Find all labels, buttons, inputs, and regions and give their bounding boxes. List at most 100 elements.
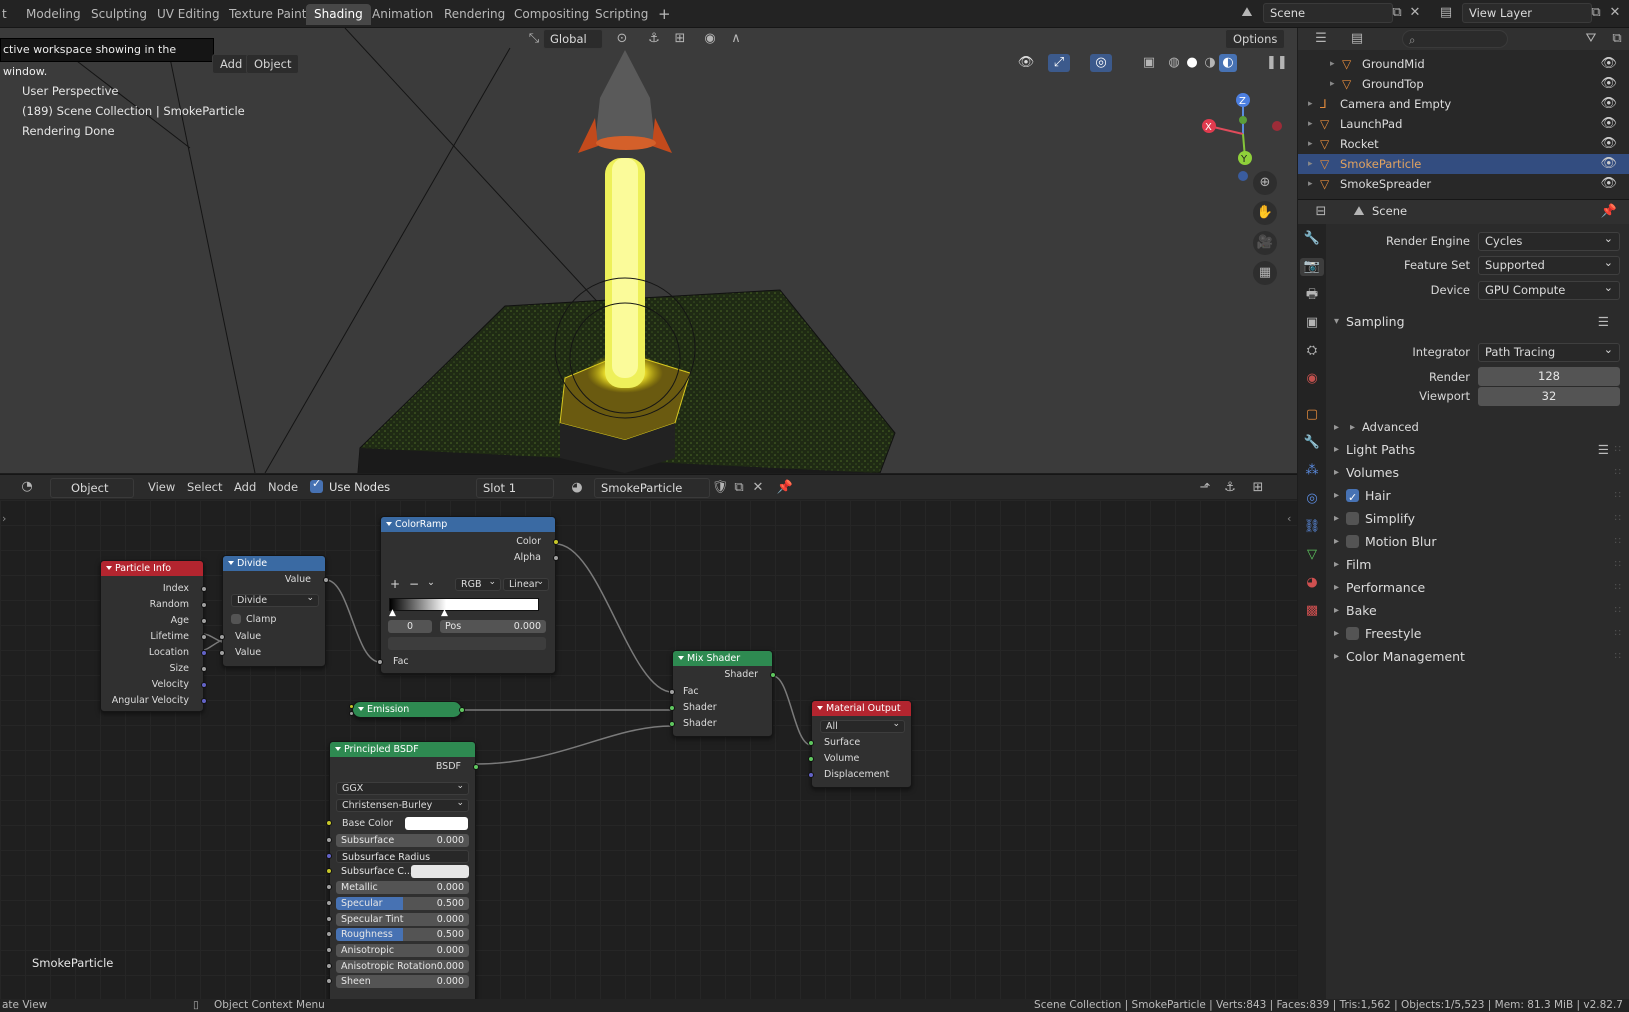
scene-icon[interactable]: ⛰: [1233, 4, 1261, 22]
material-shading-icon[interactable]: ◑: [1201, 54, 1219, 72]
panel-enable-checkbox[interactable]: [1346, 627, 1359, 640]
node-particle-info[interactable]: Particle Info Index Random Age Lifetime …: [100, 560, 207, 712]
pin-icon[interactable]: 📌: [775, 479, 795, 497]
world-tab-icon[interactable]: ◉: [1302, 370, 1322, 388]
bsdf-input-field[interactable]: Anisotropic Rotation 0.000: [336, 959, 469, 973]
tab-uv-editing[interactable]: UV Editing: [149, 4, 228, 25]
pause-render-icon[interactable]: ❚❚: [1266, 54, 1288, 72]
outliner-item[interactable]: ▸ ▽ GroundMid 👁: [1298, 54, 1629, 74]
bsdf-input-field[interactable]: Subsurface C...: [336, 865, 469, 879]
node-colorramp[interactable]: ColorRamp Color Alpha + − ⌄ RGB Linear ▲…: [377, 516, 559, 674]
socket[interactable]: [326, 962, 332, 969]
visibility-eye-icon[interactable]: 👁: [1600, 154, 1617, 174]
subsurface-color-swatch[interactable]: [411, 865, 469, 879]
bsdf-input-field[interactable]: Subsurface Radius: [336, 849, 469, 863]
panel-light-paths[interactable]: Light Paths ☰ ∷: [1326, 438, 1629, 461]
color-ramp-gradient[interactable]: [389, 598, 539, 611]
display-mode-icon[interactable]: ▤: [1342, 30, 1372, 48]
3d-viewport[interactable]: ctive workspace showing in the window. A…: [0, 28, 1297, 473]
panel-motion-blur[interactable]: Motion Blur ∷: [1326, 530, 1629, 553]
panel-bake[interactable]: Bake ∷: [1326, 599, 1629, 622]
ramp-stop-black[interactable]: ▲: [389, 608, 396, 618]
socket[interactable]: [201, 650, 207, 656]
bsdf-input-field[interactable]: Sheen 0.000: [336, 975, 469, 989]
drag-handle-icon[interactable]: ∷: [1615, 438, 1621, 461]
bsdf-input-field[interactable]: Subsurface 0.000: [336, 834, 469, 847]
xray-icon[interactable]: ▣: [1140, 54, 1158, 72]
socket[interactable]: [326, 820, 332, 826]
viewport-object-menu[interactable]: Object: [246, 54, 300, 74]
pan-hand-icon[interactable]: ✋: [1253, 201, 1277, 225]
panel-enable-checkbox[interactable]: [1346, 486, 1359, 509]
fake-user-icon[interactable]: 🛡: [710, 479, 730, 497]
socket[interactable]: [808, 772, 814, 778]
proportional-edit-icon[interactable]: ◉: [700, 30, 720, 48]
node-principled-bsdf[interactable]: Principled BSDF BSDF GGX Christensen-Bur…: [326, 741, 479, 999]
visibility-eye-icon[interactable]: 👁: [1600, 54, 1617, 74]
parent-node-icon[interactable]: ⬏: [1195, 479, 1215, 497]
options-button[interactable]: Options: [1225, 29, 1286, 49]
viewport-add-menu[interactable]: Add: [212, 54, 251, 74]
snap-target-icon[interactable]: ⊞: [668, 30, 692, 48]
render-samples-field[interactable]: 128: [1478, 367, 1620, 386]
delete-scene-icon[interactable]: ✕: [1406, 4, 1424, 22]
socket[interactable]: [326, 884, 332, 891]
outliner-item[interactable]: ▸ ▽ SmokeParticle 👁: [1298, 154, 1629, 174]
material-name-field[interactable]: SmokeParticle: [594, 478, 710, 498]
drag-handle-icon[interactable]: ∷: [1615, 507, 1621, 530]
drag-handle-icon[interactable]: ∷: [1615, 576, 1621, 599]
particles-tab-icon[interactable]: ⁂: [1302, 462, 1322, 480]
socket[interactable]: [201, 618, 207, 624]
node-material-output[interactable]: Material Output All Surface Volume Displ…: [808, 700, 912, 788]
visibility-icon[interactable]: 👁: [1012, 54, 1040, 72]
tab-layout[interactable]: t: [0, 4, 15, 25]
socket[interactable]: [219, 634, 225, 640]
bsdf-input-field[interactable]: Specular Tint 0.000: [336, 912, 469, 926]
output-target-select[interactable]: All: [820, 719, 905, 733]
pivot-point-icon[interactable]: ⊙: [610, 30, 634, 48]
view-layer-selector[interactable]: View Layer: [1462, 3, 1592, 23]
camera-view-icon[interactable]: 🎥: [1253, 231, 1277, 255]
socket[interactable]: [669, 705, 675, 711]
subsurface-method-select[interactable]: Christensen-Burley: [336, 798, 469, 812]
tab-sculpting[interactable]: Sculpting: [83, 4, 155, 25]
new-view-layer-icon[interactable]: ⧉: [1587, 4, 1605, 22]
socket[interactable]: [201, 586, 207, 592]
transform-orientation-select[interactable]: Global: [543, 29, 603, 49]
advanced-subpanel[interactable]: ▸Advanced: [1326, 416, 1629, 439]
tool-tab-icon[interactable]: 🔧: [1302, 230, 1322, 248]
editor-type-icon[interactable]: ◔: [12, 478, 42, 496]
tab-compositing[interactable]: Compositing: [506, 4, 597, 25]
socket[interactable]: [669, 689, 675, 695]
presets-icon[interactable]: ☰: [1598, 438, 1609, 461]
delete-view-layer-icon[interactable]: ✕: [1606, 4, 1624, 22]
node-divide[interactable]: Divide Value Divide Clamp Value Value: [219, 555, 329, 667]
expand-arrow-icon[interactable]: ▸: [1308, 174, 1313, 194]
menu-select[interactable]: Select: [187, 480, 222, 494]
menu-node[interactable]: Node: [268, 480, 298, 494]
socket[interactable]: [326, 978, 332, 985]
math-operation-select[interactable]: Divide: [231, 593, 319, 607]
visibility-eye-icon[interactable]: 👁: [1600, 114, 1617, 134]
menu-view[interactable]: View: [148, 480, 175, 494]
sidebar-expand-icon[interactable]: ‹: [1287, 512, 1291, 525]
new-scene-icon[interactable]: ⧉: [1388, 4, 1406, 22]
interpolation-select[interactable]: Linear: [503, 577, 549, 591]
socket[interactable]: [201, 698, 207, 704]
outliner-search-input[interactable]: ⌕: [1402, 30, 1508, 48]
add-workspace-button[interactable]: +: [650, 4, 679, 25]
outliner-editor-icon[interactable]: ☰: [1306, 30, 1336, 48]
use-nodes-checkbox[interactable]: Use Nodes: [310, 477, 390, 494]
socket[interactable]: [473, 764, 479, 770]
rendered-shading-icon[interactable]: ◐: [1219, 54, 1237, 72]
socket[interactable]: [201, 666, 207, 672]
properties-editor-icon[interactable]: ⊟: [1306, 203, 1336, 221]
view-layer-tab-icon[interactable]: ▣: [1302, 314, 1322, 332]
tab-shading[interactable]: Shading: [306, 4, 371, 25]
add-stop-icon[interactable]: +: [390, 577, 400, 591]
unlink-material-icon[interactable]: ✕: [748, 479, 768, 497]
snap-icon[interactable]: ⚓: [644, 30, 664, 48]
perspective-toggle-icon[interactable]: ▦: [1253, 261, 1277, 285]
outliner-item[interactable]: ▸ ⅃ Camera and Empty 👁: [1298, 94, 1629, 114]
view-layer-icon[interactable]: ▤: [1432, 4, 1460, 22]
